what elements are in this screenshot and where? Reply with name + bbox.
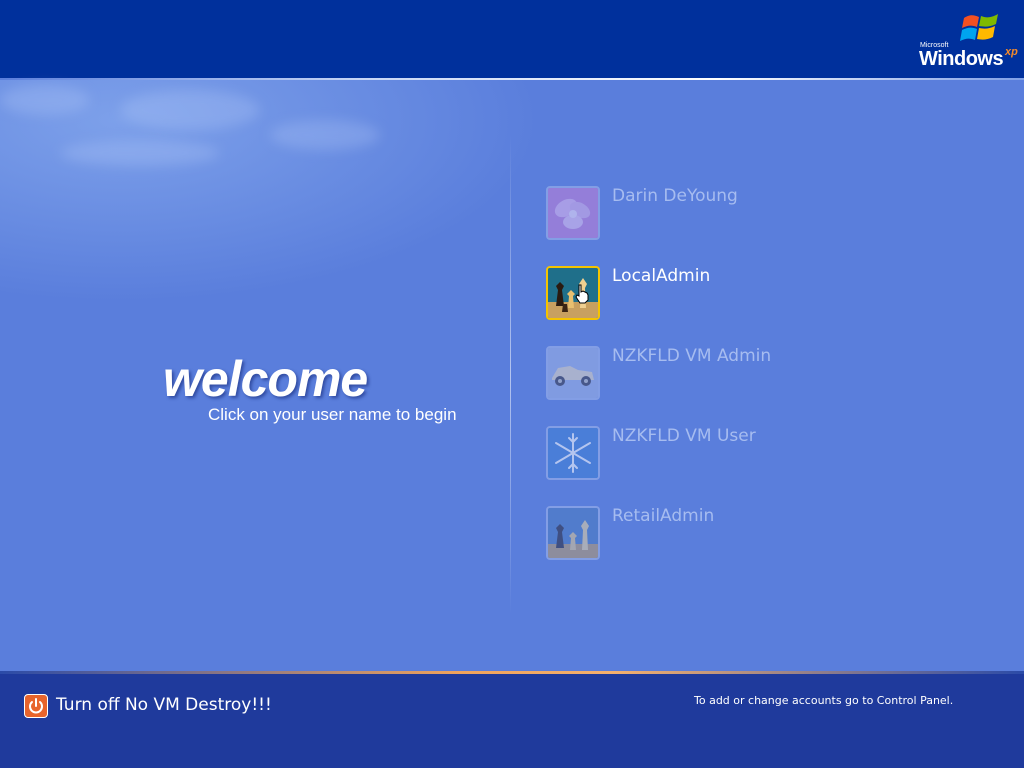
- user-tile-nzkfld-vm-admin[interactable]: NZKFLD VM Admin: [546, 346, 946, 400]
- power-button[interactable]: [24, 694, 48, 718]
- bottom-bar: [0, 674, 1024, 768]
- welcome-title: welcome: [163, 351, 368, 407]
- user-name: NZKFLD VM Admin: [612, 346, 772, 366]
- cloud-decoration: [0, 85, 90, 115]
- cloud-decoration: [270, 120, 380, 150]
- windows-flag-icon: [960, 14, 998, 41]
- turn-off-button[interactable]: Turn off No VM Destroy!!!: [56, 695, 272, 715]
- power-icon: [29, 698, 43, 714]
- user-name: Darin DeYoung: [612, 186, 738, 206]
- welcome-instruction: Click on your user name to begin: [208, 405, 457, 424]
- xp-label: xp: [1005, 46, 1018, 58]
- user-tile-darin-deyoung[interactable]: Darin DeYoung: [546, 186, 946, 240]
- user-tile-nzkfld-vm-user[interactable]: NZKFLD VM User: [546, 426, 946, 480]
- car-icon: [546, 346, 600, 400]
- hand-cursor-icon: [575, 284, 589, 304]
- control-panel-hint: To add or change accounts go to Control …: [694, 694, 954, 707]
- user-name: LocalAdmin: [612, 266, 711, 286]
- panel-divider: [510, 135, 511, 615]
- snowflake-icon: [546, 426, 600, 480]
- cloud-decoration: [60, 140, 220, 166]
- chess-icon: [546, 506, 600, 560]
- user-name: RetailAdmin: [612, 506, 715, 526]
- user-name: NZKFLD VM User: [612, 426, 756, 446]
- cloud-decoration: [120, 90, 260, 130]
- flower-icon: [546, 186, 600, 240]
- chess-icon: [546, 266, 600, 320]
- user-tile-retailadmin[interactable]: RetailAdmin: [546, 506, 946, 560]
- windows-xp-logo: Microsoft Windows xp: [914, 8, 1020, 74]
- user-tile-localadmin[interactable]: LocalAdmin: [546, 266, 946, 320]
- windows-label: Windows: [919, 48, 1004, 70]
- top-bar: [0, 0, 1024, 78]
